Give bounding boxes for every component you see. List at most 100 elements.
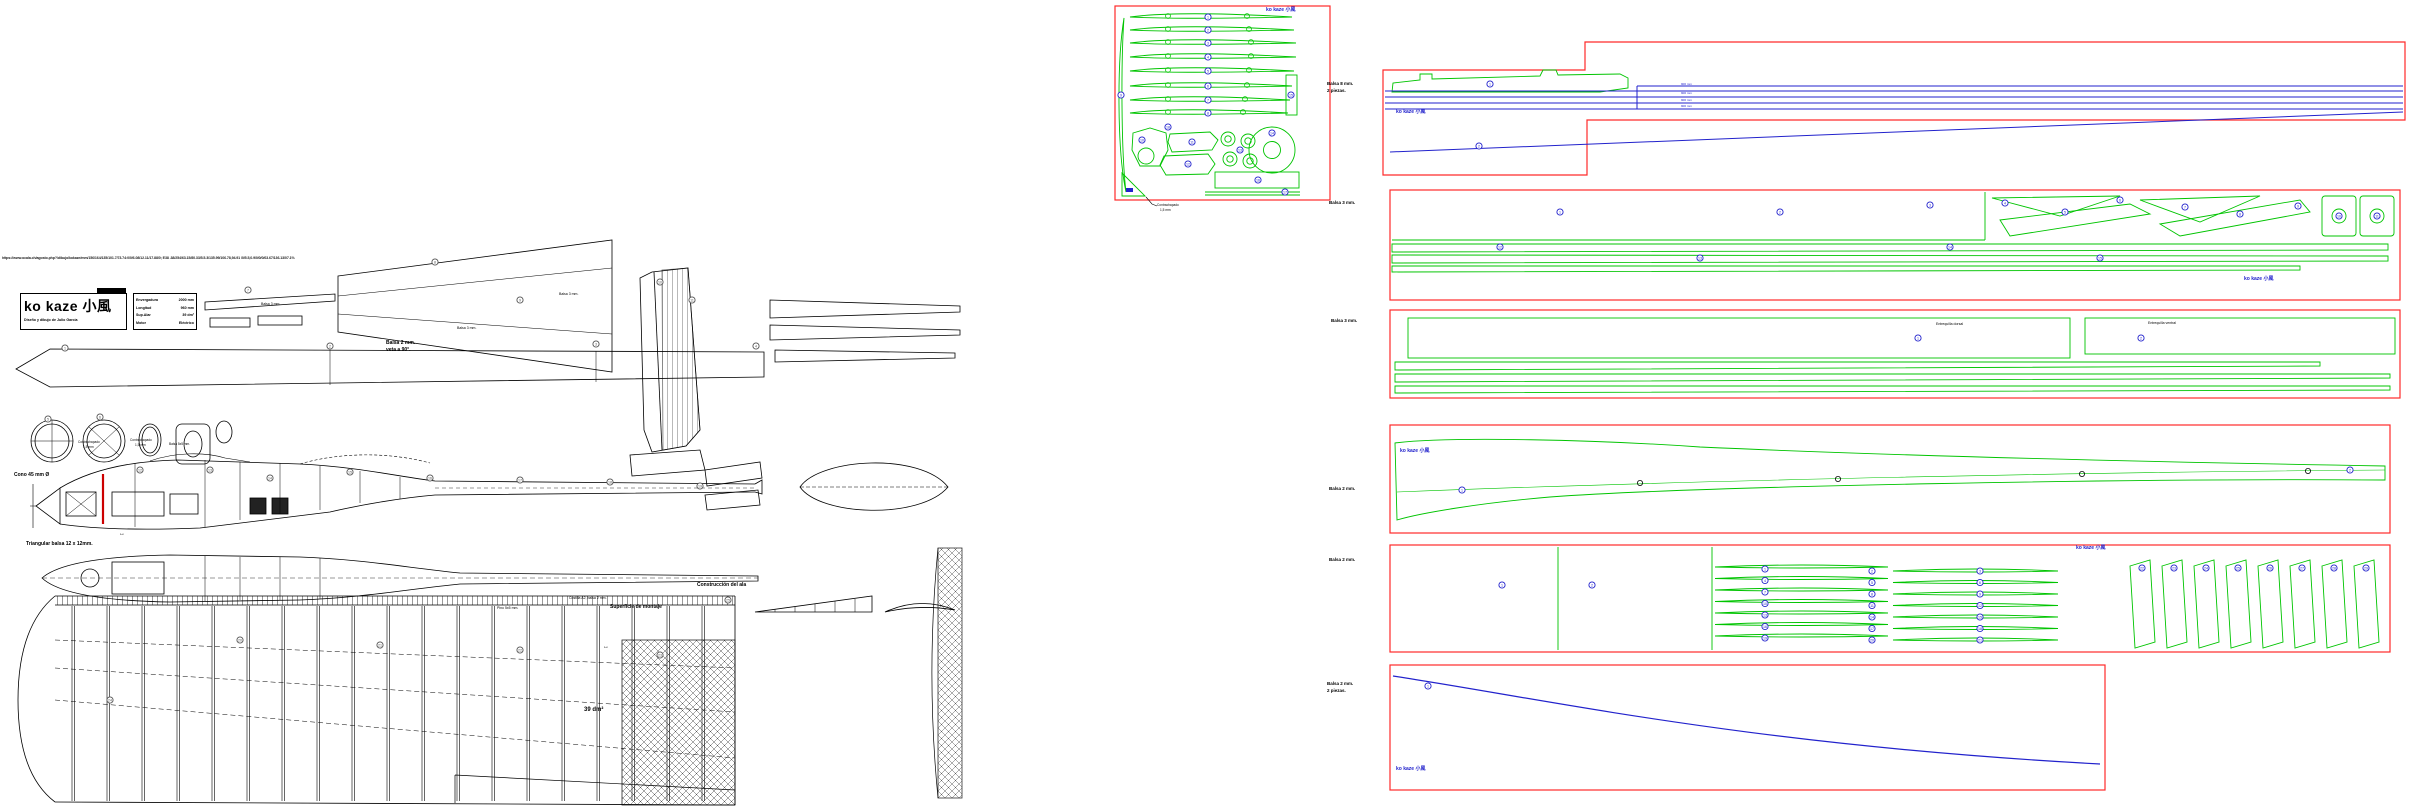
sheet-balsa2-a xyxy=(1390,425,2390,533)
wing-rib-line xyxy=(527,606,530,801)
part-marker-number: 20 xyxy=(1870,638,1874,642)
annotation-label: Construcción del ala xyxy=(697,583,746,588)
annotation-label: Contrachapado xyxy=(130,439,152,442)
part-marker-number: 12 xyxy=(1978,604,1982,608)
part-marker-number: 8 xyxy=(1207,111,1209,115)
annotation-label: Triangular balsa 12 x 12mm. xyxy=(26,542,93,547)
plan-marker-number: 25 xyxy=(726,598,730,602)
plan-author: Diseño y dibujo de Julio García xyxy=(24,318,123,322)
part-marker-number: 10 xyxy=(1140,138,1144,142)
plan-marker-number: 17 xyxy=(518,478,522,482)
annotation-label: Cono 45 mm Ø xyxy=(14,473,49,478)
tail-rib-outline xyxy=(1715,565,1888,568)
tail-rib-outline xyxy=(1893,627,2058,630)
annotation-label: 2 piezas. xyxy=(1327,89,1346,94)
part-marker-number: 11 xyxy=(2375,214,2379,218)
part-marker-number: 6 xyxy=(1207,84,1209,88)
wing-rib-line xyxy=(142,606,145,801)
wing-rib-line xyxy=(282,606,285,801)
wing-rib-line xyxy=(352,606,355,801)
spec-value: 39 dm² xyxy=(182,313,194,317)
annotation-label: 900 mm xyxy=(1681,105,1692,108)
spec-label: Sup.Alar xyxy=(136,313,151,317)
spec-value: 2000 mm xyxy=(179,298,194,302)
part-marker-number: 23 xyxy=(2172,566,2176,570)
tail-rib-outline xyxy=(1893,569,2058,572)
plan-marker-number: 15 xyxy=(348,470,352,474)
tail-rib-outline xyxy=(1893,604,2058,607)
part-marker-number: 11 xyxy=(1190,140,1194,144)
fin-strip-outline xyxy=(2290,560,2315,648)
part-marker-number: 5 xyxy=(1207,69,1209,73)
plan-marker-number: 6 xyxy=(99,415,101,419)
plan-marker-number: 10 xyxy=(658,280,662,284)
plan-marker-number: 4 xyxy=(755,344,757,348)
plan-marker-number: 18 xyxy=(608,480,612,484)
part-marker-number: 4 xyxy=(1764,579,1766,583)
plywood-note-leader xyxy=(1146,197,1157,206)
annotation-label: veta a 90°. xyxy=(386,348,411,353)
part-marker-number: 2 xyxy=(1871,569,1873,573)
part-marker-number: 15 xyxy=(1289,93,1293,97)
annotation-label: 1,5 mm xyxy=(83,446,94,449)
rib-outline xyxy=(1130,54,1296,59)
tail-rib-outline xyxy=(1715,600,1888,603)
wing-rib-line xyxy=(212,606,215,801)
plan-marker-number: 8 xyxy=(434,260,436,264)
annotation-label: 2 piezas. xyxy=(1327,689,1346,694)
annotation-label: Superficie de montaje xyxy=(610,605,662,610)
part-outlines xyxy=(1119,18,2395,650)
part-marker-number: 21 xyxy=(1978,638,1982,642)
part-marker-number: 2 xyxy=(1591,583,1593,587)
part-marker-number: 13 xyxy=(1763,613,1767,617)
annotation-label: Balsa 2 mm. xyxy=(386,341,415,346)
plan-marker-number: 2 xyxy=(329,344,331,348)
annotation-label: Entrequilla ventral xyxy=(2148,322,2176,326)
part-marker-number: 1 xyxy=(1489,82,1491,86)
part-marker-number: 2 xyxy=(1478,144,1480,148)
part-marker-number: 3 xyxy=(1979,569,1981,573)
wing-rib-line xyxy=(597,606,600,801)
spec-label: Motor xyxy=(136,321,146,325)
part-marker-number: 1 xyxy=(1207,15,1209,19)
part-marker-number: 7 xyxy=(2184,205,2186,209)
annotation-label: Balsa 2 mm. xyxy=(1329,487,1355,492)
part-marker-number: 14 xyxy=(1270,131,1274,135)
annotation-label: 1,5 mm xyxy=(135,444,146,447)
wing-rib-line xyxy=(422,606,425,801)
annotation-label: ko kaze 小風 xyxy=(1396,110,1425,115)
part-marker-number: 3 xyxy=(1207,41,1209,45)
wing-rib-line xyxy=(177,606,180,801)
part-marker-number: 8 xyxy=(1871,592,1873,596)
generated-ribs xyxy=(72,14,2379,801)
plan-marker-number: 20 xyxy=(238,638,242,642)
part-marker-number: 2 xyxy=(2349,468,2351,472)
sheet-balsa2-c xyxy=(1390,665,2105,790)
part-marker-number: 22 xyxy=(2140,566,2144,570)
fin-strip-outline xyxy=(2226,560,2251,648)
annotation-label: Entrequilla dorsal xyxy=(1936,323,1963,327)
part-marker-number: 8 xyxy=(2239,212,2241,216)
annotation-label: Balsa 3 mm. xyxy=(1329,201,1355,206)
part-marker-number: 1 xyxy=(1559,210,1561,214)
title-block: ko kaze 小風 Diseño y dibujo de Julio Garc… xyxy=(20,293,127,330)
part-marker-number: 24 xyxy=(2204,566,2208,570)
spec-row: Envergadura 2000 mm xyxy=(136,298,194,302)
annotation-label: 1,5 mm xyxy=(1160,209,1171,212)
part-marker-number: 29 xyxy=(2364,566,2368,570)
plan-marker-number: 22 xyxy=(518,648,522,652)
part-marker-number: 2 xyxy=(2140,336,2142,340)
annotation-label: Pino 5x5 mm. xyxy=(497,607,518,611)
part-marker-number: 17 xyxy=(1283,190,1287,194)
part-marker-number: 16 xyxy=(1256,178,1260,182)
annotation-label: Balsa 5x5 mm. xyxy=(169,443,190,446)
annotation-label: Balsa 2 mm. xyxy=(1329,558,1355,563)
wing-rib-line xyxy=(457,606,460,801)
part-marker-number: 26 xyxy=(2268,566,2272,570)
rib-outline xyxy=(1130,27,1294,32)
part-marker-number: 1 xyxy=(1501,583,1503,587)
plan-marker-number: 3 xyxy=(595,342,597,346)
fin-strip-outline xyxy=(2130,560,2155,648)
tail-rib-outline xyxy=(1715,588,1888,591)
part-marker-number: 16 xyxy=(1763,625,1767,629)
